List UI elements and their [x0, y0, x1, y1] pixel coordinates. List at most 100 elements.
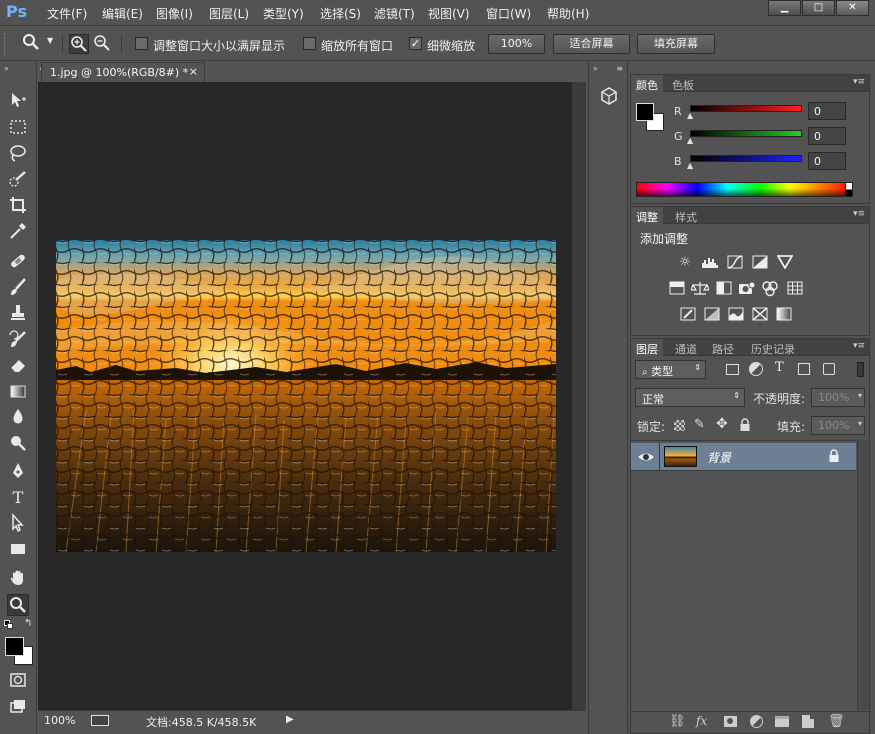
selective-color-icon[interactable]: [751, 307, 769, 323]
link-layers-icon[interactable]: ⛓: [669, 714, 686, 729]
blend-mode-dropdown[interactable]: 正常 ⇕: [635, 388, 745, 407]
curves-icon[interactable]: [726, 255, 744, 271]
tab-styles[interactable]: 样式: [670, 207, 702, 224]
zoom-in-icon[interactable]: [69, 34, 89, 54]
menu-window[interactable]: 窗口(W): [486, 5, 531, 22]
lock-position-icon[interactable]: ✥: [716, 416, 728, 432]
blue-slider-handle-icon[interactable]: ▲: [687, 161, 693, 170]
panel-menu-icon[interactable]: ▾≡: [853, 77, 865, 87]
channel-mixer-icon[interactable]: [761, 281, 779, 297]
panel-menu-icon[interactable]: ▾≡: [853, 341, 865, 351]
color-lookup-icon[interactable]: [786, 281, 804, 297]
menu-image[interactable]: 图像(I): [156, 5, 193, 22]
tab-color[interactable]: 颜色: [631, 75, 663, 92]
layer-style-fx-icon[interactable]: fx: [696, 714, 707, 728]
lasso-tool-icon[interactable]: [7, 143, 29, 165]
brightness-contrast-icon[interactable]: ☼: [676, 255, 694, 271]
layer-name[interactable]: 背景: [707, 449, 731, 466]
delete-layer-icon[interactable]: 🗑: [828, 714, 845, 729]
green-value-field[interactable]: 0: [808, 127, 846, 145]
brush-tool-icon[interactable]: [7, 277, 29, 299]
maximize-button[interactable]: □: [802, 0, 835, 16]
zoom-out-icon[interactable]: [93, 34, 113, 54]
foreground-color-swatch[interactable]: [5, 637, 24, 656]
exposure-icon[interactable]: [751, 255, 769, 271]
move-tool-icon[interactable]: [7, 90, 29, 112]
dock-collapse-icon[interactable]: »: [593, 64, 598, 73]
layers-scrollbar[interactable]: [857, 440, 869, 710]
hue-saturation-icon[interactable]: [668, 281, 686, 297]
layer-row-background[interactable]: 背景: [631, 443, 856, 471]
new-adjustment-layer-icon[interactable]: [750, 715, 763, 728]
threshold-icon[interactable]: [727, 307, 745, 323]
tab-paths[interactable]: 路径: [707, 339, 739, 356]
3d-panel-icon[interactable]: [599, 86, 619, 108]
eyedropper-tool-icon[interactable]: [7, 221, 29, 243]
status-menu-arrow[interactable]: ▶: [286, 714, 294, 725]
default-colors-icon[interactable]: [4, 620, 14, 630]
vibrance-icon[interactable]: [776, 255, 794, 271]
menu-view[interactable]: 视图(V): [428, 5, 470, 22]
pen-tool-icon[interactable]: [7, 461, 29, 483]
actual-pixels-button[interactable]: 100%: [488, 34, 545, 54]
menu-edit[interactable]: 编辑(E): [102, 5, 143, 22]
menu-file[interactable]: 文件(F): [47, 5, 87, 22]
blue-slider[interactable]: [690, 155, 802, 162]
fill-field[interactable]: 100% ▾: [811, 416, 865, 435]
opacity-field[interactable]: 100% ▾: [811, 388, 865, 407]
dock-menu-icon[interactable]: ≡: [616, 64, 623, 73]
filter-adjustment-icon[interactable]: [749, 362, 763, 376]
canvas-area[interactable]: [38, 82, 572, 710]
hand-tool-icon[interactable]: [7, 568, 29, 590]
tab-history[interactable]: 历史记录: [746, 339, 800, 356]
gradient-tool-icon[interactable]: [7, 381, 29, 403]
lock-all-icon[interactable]: [739, 418, 751, 432]
crop-tool-icon[interactable]: [7, 195, 29, 217]
menu-select[interactable]: 选择(S): [320, 5, 361, 22]
posterize-icon[interactable]: [703, 307, 721, 323]
fill-screen-button[interactable]: 填充屏幕: [637, 34, 715, 54]
color-balance-icon[interactable]: [690, 281, 710, 297]
tab-layers[interactable]: 图层: [631, 339, 663, 356]
clone-stamp-tool-icon[interactable]: [7, 303, 29, 325]
tab-channels[interactable]: 通道: [670, 339, 702, 356]
layer-filter-dropdown[interactable]: ⌕ 类型 ⇕: [635, 360, 706, 379]
zoom-all-windows-checkbox[interactable]: [303, 37, 316, 50]
fg-color-swatch[interactable]: [636, 103, 654, 121]
type-tool-icon[interactable]: T: [7, 487, 29, 509]
red-slider[interactable]: [690, 105, 802, 112]
levels-icon[interactable]: [701, 255, 719, 271]
filter-type-icon[interactable]: T: [775, 360, 784, 375]
zoom-tool-icon[interactable]: [7, 594, 29, 616]
menu-type[interactable]: 类型(Y): [263, 5, 304, 22]
lock-transparent-icon[interactable]: [674, 420, 685, 431]
toolbar-collapse-icon[interactable]: »: [4, 64, 9, 73]
filter-smart-object-icon[interactable]: [823, 363, 835, 375]
red-slider-handle-icon[interactable]: ▲: [687, 111, 693, 120]
document-image[interactable]: [56, 240, 556, 552]
quick-selection-tool-icon[interactable]: [7, 169, 29, 191]
menu-help[interactable]: 帮助(H): [547, 5, 589, 22]
minimize-button[interactable]: ▁: [768, 0, 801, 16]
path-selection-tool-icon[interactable]: [7, 513, 29, 535]
black-white-icon[interactable]: [715, 281, 733, 297]
visibility-eye-icon[interactable]: [636, 447, 656, 467]
scrubby-zoom-checkbox[interactable]: ✓: [409, 37, 422, 50]
tab-adjustments[interactable]: 调整: [631, 207, 663, 224]
rectangle-tool-icon[interactable]: [7, 539, 29, 561]
filter-shape-icon[interactable]: [798, 363, 810, 375]
document-tab[interactable]: 1.jpg @ 100%(RGB/8#) * ×: [41, 62, 205, 82]
new-group-icon[interactable]: [775, 716, 789, 727]
invert-icon[interactable]: [679, 307, 697, 323]
history-brush-tool-icon[interactable]: [7, 329, 29, 351]
new-layer-icon[interactable]: [802, 714, 815, 728]
healing-brush-tool-icon[interactable]: [7, 251, 29, 273]
resize-windows-checkbox[interactable]: [135, 37, 148, 50]
eraser-tool-icon[interactable]: [7, 355, 29, 377]
red-value-field[interactable]: 0: [808, 102, 846, 120]
panel-menu-icon[interactable]: ▾≡: [853, 209, 865, 219]
filter-toggle-switch[interactable]: [857, 362, 864, 377]
add-mask-icon[interactable]: [724, 716, 737, 727]
swap-colors-icon[interactable]: ↰: [24, 618, 32, 629]
photo-filter-icon[interactable]: [738, 281, 756, 297]
